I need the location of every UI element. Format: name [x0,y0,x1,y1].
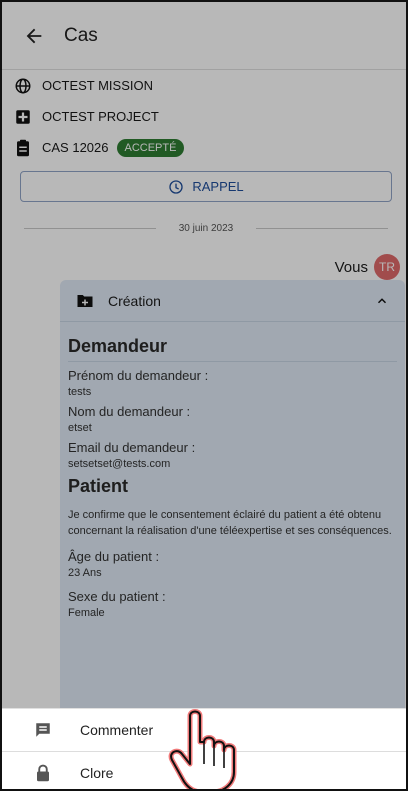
case-number: CAS 12026 [42,140,109,155]
clipboard-icon [14,139,32,157]
arrow-left-icon [26,28,42,43]
mission-row: OCTEST MISSION [14,70,398,101]
close-case-label: Clore [80,764,114,781]
date-label: 30 juin 2023 [178,222,234,234]
globe-icon [14,77,32,95]
age-value: 23 Ans [68,567,102,579]
content-area: Cas OCTEST MISSION OCTEST PROJECT CAS 12… [2,2,406,708]
chevron-up-icon[interactable] [375,294,389,308]
page-title: Cas [64,24,98,46]
creation-card: Création Demandeur Prénom du demandeur :… [60,280,405,708]
avatar: TR [374,254,400,280]
comment-label: Commenter [80,722,154,738]
section-patient: Patient [68,476,129,496]
card-title: Création [108,292,161,309]
card-header[interactable]: Création [60,280,405,322]
age-label: Âge du patient : [68,549,160,564]
sexe-label: Sexe du patient : [68,589,166,604]
comment-icon [34,721,52,739]
app-bar: Cas [2,2,406,70]
case-info: OCTEST MISSION OCTEST PROJECT CAS 12026 … [2,70,406,163]
mission-label: OCTEST MISSION [42,78,153,93]
sender-name: Vous [334,258,368,276]
message-sender: Vous TR [2,254,406,280]
folder-plus-icon [77,294,93,307]
case-row: CAS 12026 ACCEPTÉ [14,132,398,163]
project-label: OCTEST PROJECT [42,109,159,124]
nom-label: Nom du demandeur : [68,404,191,419]
email-label: Email du demandeur : [68,440,196,455]
nom-value: etset [68,422,92,434]
back-button[interactable] [18,20,50,52]
lock-icon [34,764,52,782]
project-row: OCTEST PROJECT [14,101,398,132]
tap-hand-icon [168,709,237,789]
medical-cross-icon [14,108,32,126]
status-badge: ACCEPTÉ [116,138,185,157]
consent-text: Je confirme que le consentement éclairé … [68,509,392,537]
prenom-label: Prénom du demandeur : [68,368,209,383]
section-demandeur: Demandeur [68,336,397,362]
screen: Cas OCTEST MISSION OCTEST PROJECT CAS 12… [0,0,408,791]
prenom-value: tests [68,386,92,398]
sexe-value: Female [68,607,105,619]
rappel-label: RAPPEL [192,179,244,194]
card-body: Demandeur Prénom du demandeur : tests No… [60,322,405,619]
clock-icon [169,179,184,194]
rappel-button[interactable]: RAPPEL [20,171,392,202]
date-separator: 30 juin 2023 [2,218,406,238]
email-value: setsetset@tests.com [68,458,171,470]
